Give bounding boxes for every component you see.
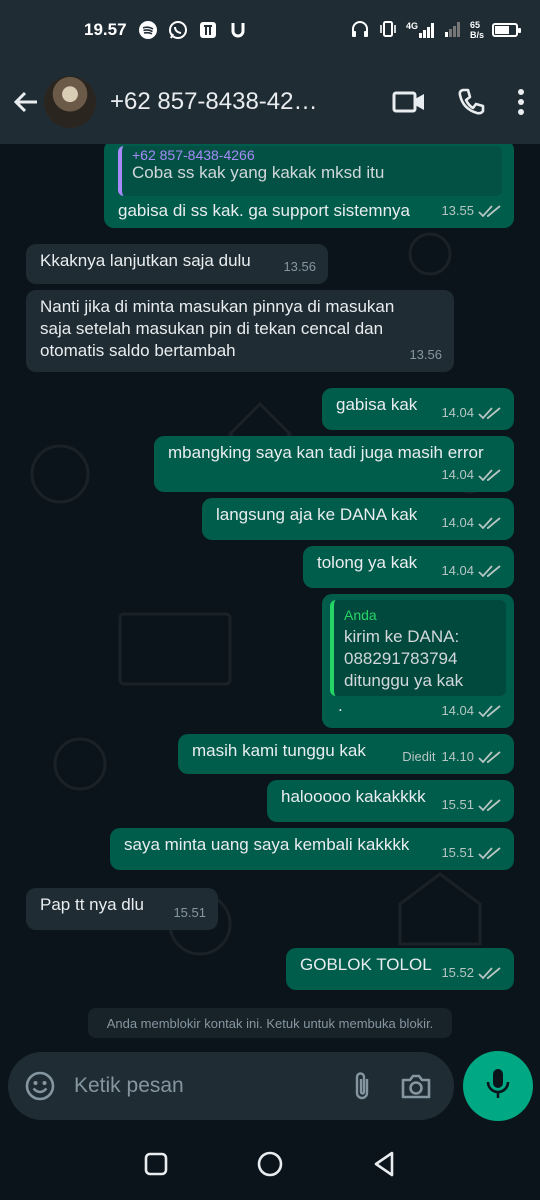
message-bubble[interactable]: saya minta uang saya kembali kakkkk 15.5… xyxy=(110,828,514,870)
quoted-message[interactable]: +62 857-8438-4266 Coba ss kak yang kakak… xyxy=(118,146,502,196)
read-ticks-icon xyxy=(478,407,501,420)
read-ticks-icon xyxy=(478,517,501,530)
message-bubble[interactable]: Kkaknya lanjutkan saja dulu 13.56 xyxy=(26,244,328,284)
whatsapp-icon xyxy=(167,19,189,41)
message-input[interactable]: Ketik pesan xyxy=(74,1074,336,1098)
more-vert-icon[interactable] xyxy=(516,88,526,116)
quoted-message[interactable]: Anda kirim ke DANA: 088291783794 ditungg… xyxy=(330,600,506,696)
vibrate-icon xyxy=(378,19,398,42)
signal-2-icon xyxy=(444,20,462,41)
chat-area[interactable]: +62 857-8438-4266 Coba ss kak yang kakak… xyxy=(0,144,540,1050)
message-time: 14.04 xyxy=(441,405,474,420)
message-bubble[interactable]: mbangking saya kan tadi juga masih error… xyxy=(154,436,514,492)
u-app-icon xyxy=(227,19,249,41)
read-ticks-icon xyxy=(478,751,501,764)
message-time: 15.51 xyxy=(441,845,474,860)
message-bubble[interactable]: Nanti jika di minta masukan pinnya di ma… xyxy=(26,290,454,372)
message-time: 15.51 xyxy=(173,905,206,920)
home-icon[interactable] xyxy=(256,1150,284,1178)
quote-sender: Anda xyxy=(344,607,377,623)
message-time: 13.56 xyxy=(409,347,442,362)
attach-icon[interactable] xyxy=(350,1070,374,1102)
message-bubble[interactable]: langsung aja ke DANA kak 14.04 xyxy=(202,498,514,540)
message-bubble[interactable]: tolong ya kak 14.04 xyxy=(303,546,514,588)
read-ticks-icon xyxy=(478,799,501,812)
read-ticks-icon xyxy=(478,967,501,980)
quote-text: kirim ke DANA: 088291783794 ditunggu ya … xyxy=(344,627,464,690)
net-speed: 65 B/s xyxy=(470,20,484,40)
headphones-icon xyxy=(350,19,370,42)
message-time: 13.55 xyxy=(441,203,474,218)
mic-icon xyxy=(485,1067,511,1106)
edited-label: Diedit xyxy=(402,749,436,764)
video-call-icon[interactable] xyxy=(392,89,426,115)
message-text: mbangking saya kan tadi juga masih error xyxy=(168,443,484,462)
message-bubble[interactable]: gabisa kak 14.04 xyxy=(322,388,514,430)
phone-icon[interactable] xyxy=(456,87,486,117)
message-time: 14.04 xyxy=(441,563,474,578)
message-time: 15.52 xyxy=(441,965,474,980)
status-time: 19.57 xyxy=(84,20,127,39)
back-arrow-icon[interactable] xyxy=(10,82,42,122)
status-bar: 19.57 4G 65 B/s xyxy=(0,0,540,60)
message-time: 14.10 xyxy=(441,749,474,764)
quote-text: Coba ss kak yang kakak mksd itu xyxy=(132,163,385,182)
mic-button[interactable] xyxy=(463,1051,533,1121)
message-time: 13.56 xyxy=(283,259,316,274)
system-nav-bar xyxy=(0,1128,540,1200)
message-bubble[interactable]: Anda kirim ke DANA: 088291783794 ditungg… xyxy=(322,594,514,728)
net-speed-value: 65 xyxy=(469,20,480,30)
message-bubble[interactable]: halooooo kakakkkk 15.51 xyxy=(267,780,514,822)
message-time: 14.04 xyxy=(441,515,474,530)
read-ticks-icon xyxy=(478,565,501,578)
camera-icon[interactable] xyxy=(400,1072,432,1100)
message-bubble[interactable]: +62 857-8438-4266 Coba ss kak yang kakak… xyxy=(104,144,514,228)
message-input-bar: Ketik pesan xyxy=(8,1052,454,1120)
message-bubble[interactable]: Pap tt nya dlu 15.51 xyxy=(26,888,218,930)
message-text: Nanti jika di minta masukan pinnya di ma… xyxy=(40,297,395,360)
contact-name[interactable]: +62 857-8438-42… xyxy=(110,88,335,116)
read-ticks-icon xyxy=(478,705,501,718)
message-time: 14.04 xyxy=(441,467,474,482)
signal-icon: 4G xyxy=(406,21,436,39)
read-ticks-icon xyxy=(478,847,501,860)
blocked-notice[interactable]: Anda memblokir kontak ini. Ketuk untuk m… xyxy=(88,1008,452,1038)
back-icon[interactable] xyxy=(371,1150,397,1178)
spotify-icon xyxy=(137,19,159,41)
emoji-icon[interactable] xyxy=(24,1070,56,1102)
message-text: Kkaknya lanjutkan saja dulu xyxy=(40,251,251,270)
read-ticks-icon xyxy=(478,205,501,218)
net-speed-unit: B/s xyxy=(469,30,484,40)
status-right: 4G 65 B/s xyxy=(350,19,521,42)
read-ticks-icon xyxy=(478,469,501,482)
message-bubble[interactable]: masih kami tunggu kak Diedit 14.10 xyxy=(178,734,514,774)
message-time: 15.51 xyxy=(441,797,474,812)
network-label: 4G xyxy=(405,21,418,31)
battery-icon xyxy=(492,23,521,37)
message-bubble[interactable]: GOBLOK TOLOL 15.52 xyxy=(286,948,514,990)
pi-app-icon xyxy=(197,19,219,41)
message-time: 14.04 xyxy=(441,703,474,718)
chat-header: +62 857-8438-42… xyxy=(0,60,540,144)
recents-icon[interactable] xyxy=(143,1151,169,1177)
avatar[interactable] xyxy=(44,76,96,128)
quote-sender: +62 857-8438-4266 xyxy=(132,150,255,162)
